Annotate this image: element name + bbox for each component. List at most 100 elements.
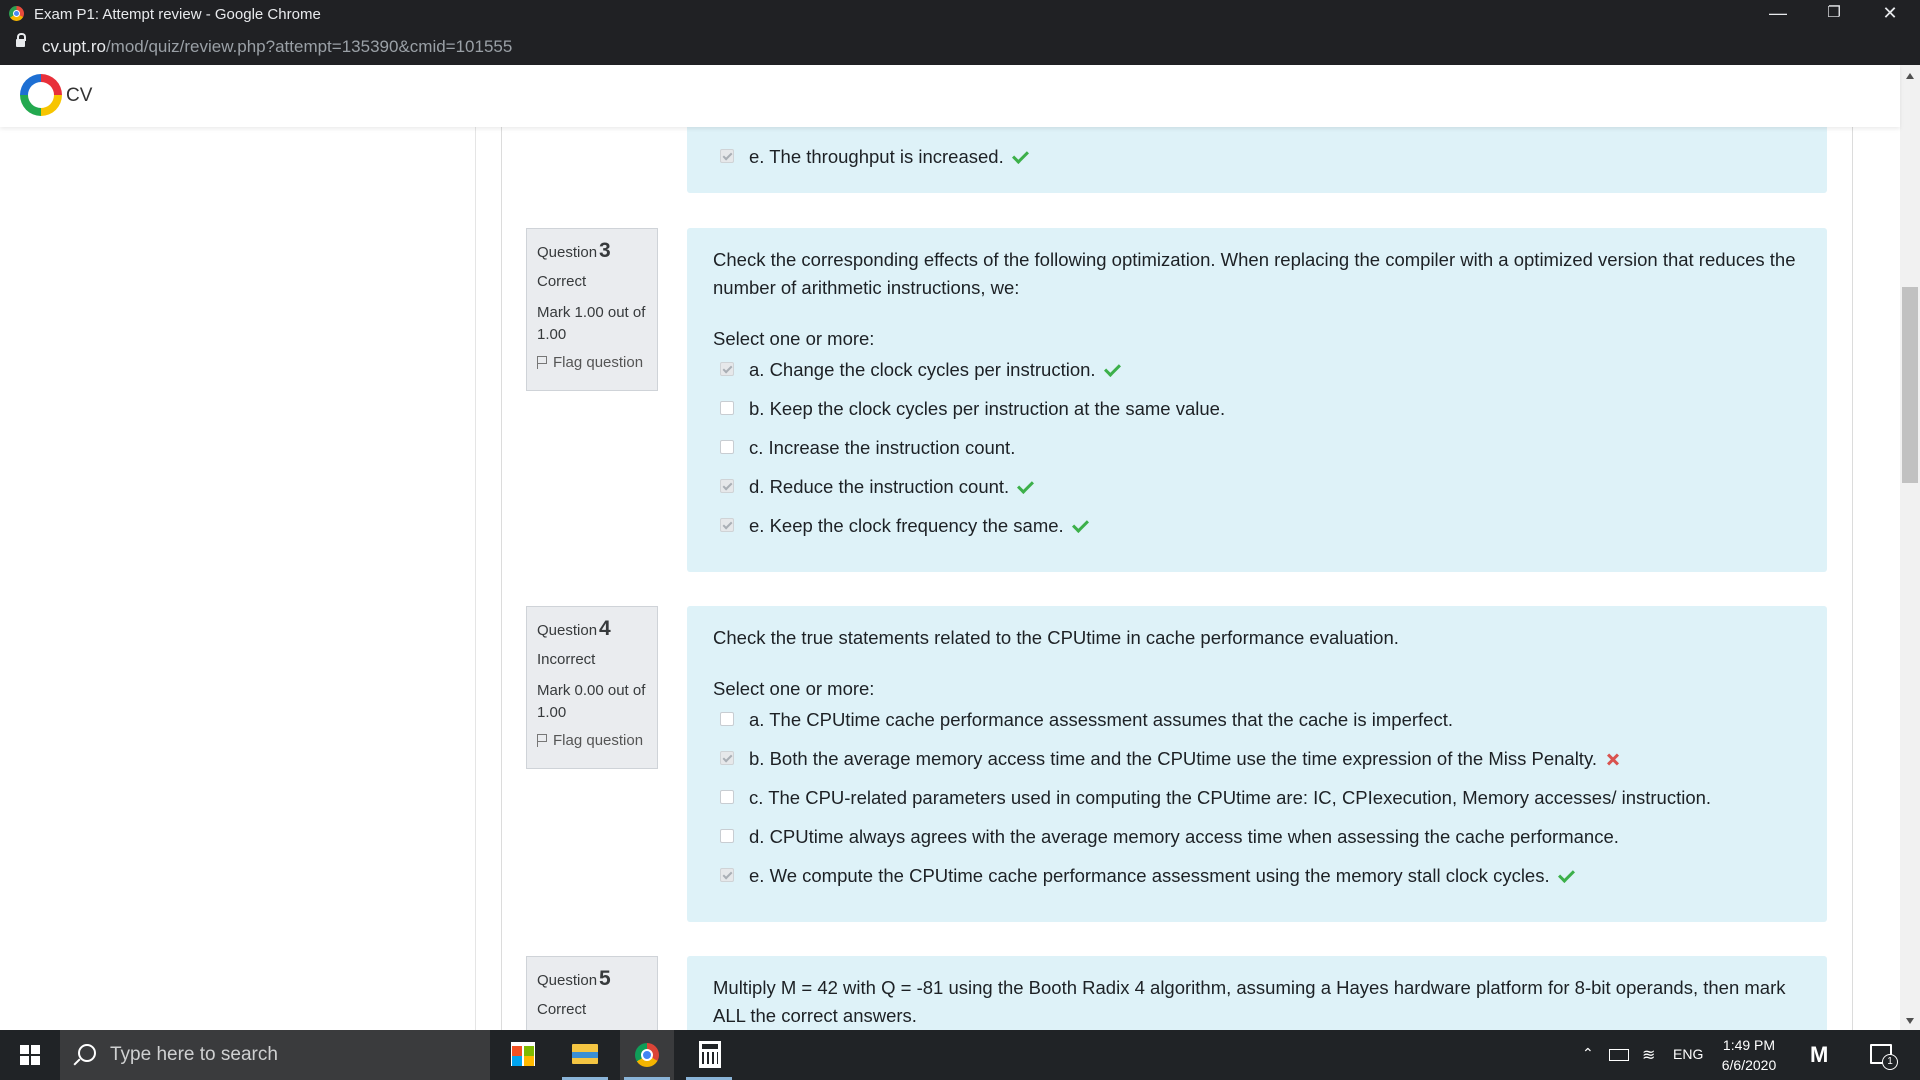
- page-body: e. The throughput is increased. Question…: [0, 127, 1900, 1030]
- left-drawer: [0, 127, 476, 1030]
- notification-count: 1: [1882, 1054, 1898, 1070]
- answer-checkbox: [720, 751, 734, 765]
- question-state: Correct: [537, 273, 587, 290]
- answer-text: d. Reduce the instruction count.: [749, 476, 1010, 497]
- question-number: Question4: [537, 617, 611, 640]
- answer-checkbox: [720, 362, 734, 376]
- answer-text: e. Keep the clock frequency the same.: [749, 515, 1064, 536]
- answer-checkbox: [720, 479, 734, 493]
- correct-check-icon: [1104, 363, 1120, 377]
- answer-text: b. Keep the clock cycles per instruction…: [749, 398, 1226, 419]
- answer-checkbox: [720, 518, 734, 532]
- gmail-app-icon[interactable]: M: [1810, 1042, 1828, 1068]
- restore-button[interactable]: ❐: [1806, 0, 1862, 28]
- window-title: Exam P1: Attempt review - Google Chrome: [34, 6, 321, 23]
- answer-text: c. Increase the instruction count.: [749, 437, 1016, 458]
- question-text: Multiply M = 42 with Q = -81 using the B…: [713, 977, 1786, 1026]
- taskbar-clock[interactable]: 1:49 PM 6/6/2020: [1713, 1035, 1785, 1075]
- page-scrollbar[interactable]: [1900, 65, 1920, 1030]
- clock-time: 1:49 PM: [1722, 1037, 1776, 1053]
- minimize-button[interactable]: —: [1750, 0, 1806, 28]
- language-indicator[interactable]: ENG: [1673, 1046, 1703, 1062]
- question-text: Check the corresponding effects of the f…: [713, 249, 1796, 298]
- answer-text: a. The CPUtime cache performance assessm…: [749, 709, 1453, 730]
- chrome-taskbar-icon[interactable]: [620, 1030, 674, 1080]
- calculator-icon[interactable]: [682, 1030, 736, 1080]
- scrollbar-thumb[interactable]: [1902, 287, 1918, 483]
- answer-text: c. The CPU-related parameters used in co…: [749, 787, 1712, 808]
- correct-check-icon: [1017, 480, 1033, 494]
- answer-text: e. We compute the CPUtime cache performa…: [749, 865, 1550, 886]
- answer-checkbox: [720, 868, 734, 882]
- correct-check-icon: [1072, 519, 1088, 533]
- browser-title-bar: Exam P1: Attempt review - Google Chrome …: [0, 0, 1920, 28]
- question-state: Correct: [537, 1001, 587, 1018]
- select-prompt: Select one or more:: [713, 328, 875, 349]
- flag-question-button[interactable]: Flag question: [537, 732, 647, 749]
- windows-start-icon[interactable]: [20, 1045, 40, 1065]
- flag-icon: [537, 734, 547, 747]
- wifi-icon[interactable]: ≋: [1642, 1045, 1655, 1065]
- question-3-content: Check the corresponding effects of the f…: [687, 228, 1827, 572]
- answer-option: e. The throughput is increased.: [713, 137, 1801, 176]
- store-app-icon[interactable]: [496, 1030, 550, 1080]
- answer-option: a. Change the clock cycles per instructi…: [713, 350, 1801, 389]
- site-header: CV: [0, 65, 1900, 127]
- answer-option: b. Both the average memory access time a…: [713, 739, 1801, 778]
- clock-date: 6/6/2020: [1721, 1057, 1777, 1073]
- answer-checkbox: [720, 440, 734, 454]
- question-4-info: Question4 Incorrect Mark 0.00 out of 1.0…: [526, 606, 658, 769]
- answer-checkbox: [720, 712, 734, 726]
- answer-option: c. Increase the instruction count.: [713, 428, 1801, 467]
- answer-checkbox: [720, 790, 734, 804]
- answer-checkbox: [720, 401, 734, 415]
- answer-option: e. We compute the CPUtime cache performa…: [713, 856, 1801, 895]
- notification-center-icon[interactable]: 1: [1870, 1044, 1898, 1070]
- question-5-info: Question5 Correct: [526, 956, 658, 1030]
- answer-checkbox: [720, 149, 734, 163]
- chrome-logo-icon: [9, 6, 24, 21]
- battery-icon[interactable]: [1609, 1049, 1629, 1061]
- answer-text: d. CPUtime always agrees with the averag…: [749, 826, 1619, 847]
- question-grade: Mark 1.00 out of 1.00: [537, 304, 646, 343]
- answer-text: e. The throughput is increased.: [749, 146, 1004, 167]
- answer-text: b. Both the average memory access time a…: [749, 748, 1597, 769]
- answer-option: c. The CPU-related parameters used in co…: [713, 778, 1801, 817]
- close-button[interactable]: ✕: [1862, 0, 1918, 28]
- site-logo-icon[interactable]: [20, 74, 62, 116]
- answer-option: e. Keep the clock frequency the same.: [713, 506, 1801, 545]
- flag-question-button[interactable]: Flag question: [537, 354, 647, 371]
- answer-option: d. Reduce the instruction count.: [713, 467, 1801, 506]
- answer-text: a. Change the clock cycles per instructi…: [749, 359, 1096, 380]
- show-hidden-icons-chevron-icon[interactable]: ⌃: [1582, 1045, 1594, 1062]
- lock-icon: [16, 33, 26, 47]
- question-state: Incorrect: [537, 651, 596, 668]
- answer-checkbox: [720, 829, 734, 843]
- flag-icon: [537, 356, 547, 369]
- question-number: Question3: [537, 239, 611, 262]
- taskbar-search-box[interactable]: Type here to search: [60, 1030, 490, 1080]
- incorrect-cross-icon: [1605, 752, 1621, 766]
- address-bar[interactable]: cv.upt.ro/mod/quiz/review.php?attempt=13…: [0, 28, 1920, 65]
- scroll-up-icon[interactable]: [1906, 73, 1914, 79]
- question-2-content: e. The throughput is increased.: [687, 127, 1827, 193]
- answer-option: a. The CPUtime cache performance assessm…: [713, 700, 1801, 739]
- question-number: Question5: [537, 967, 611, 990]
- answer-option: d. CPUtime always agrees with the averag…: [713, 817, 1801, 856]
- question-grade: Mark 0.00 out of 1.00: [537, 682, 646, 721]
- question-4-content: Check the true statements related to the…: [687, 606, 1827, 922]
- search-icon: [78, 1044, 96, 1062]
- search-placeholder: Type here to search: [110, 1044, 278, 1065]
- correct-check-icon: [1558, 869, 1574, 883]
- url-field[interactable]: cv.upt.ro/mod/quiz/review.php?attempt=13…: [42, 37, 512, 57]
- scroll-down-icon[interactable]: [1906, 1018, 1914, 1024]
- question-text: Check the true statements related to the…: [713, 627, 1399, 648]
- windows-taskbar: Type here to search ⌃ ≋ ENG 1:49 PM 6/6/…: [0, 1030, 1920, 1080]
- correct-check-icon: [1012, 150, 1028, 164]
- site-brand[interactable]: CV: [66, 85, 92, 107]
- file-explorer-icon[interactable]: [558, 1030, 612, 1080]
- select-prompt: Select one or more:: [713, 678, 875, 699]
- question-3-info: Question3 Correct Mark 1.00 out of 1.00 …: [526, 228, 658, 391]
- question-5-content: Multiply M = 42 with Q = -81 using the B…: [687, 956, 1827, 1030]
- answer-option: b. Keep the clock cycles per instruction…: [713, 389, 1801, 428]
